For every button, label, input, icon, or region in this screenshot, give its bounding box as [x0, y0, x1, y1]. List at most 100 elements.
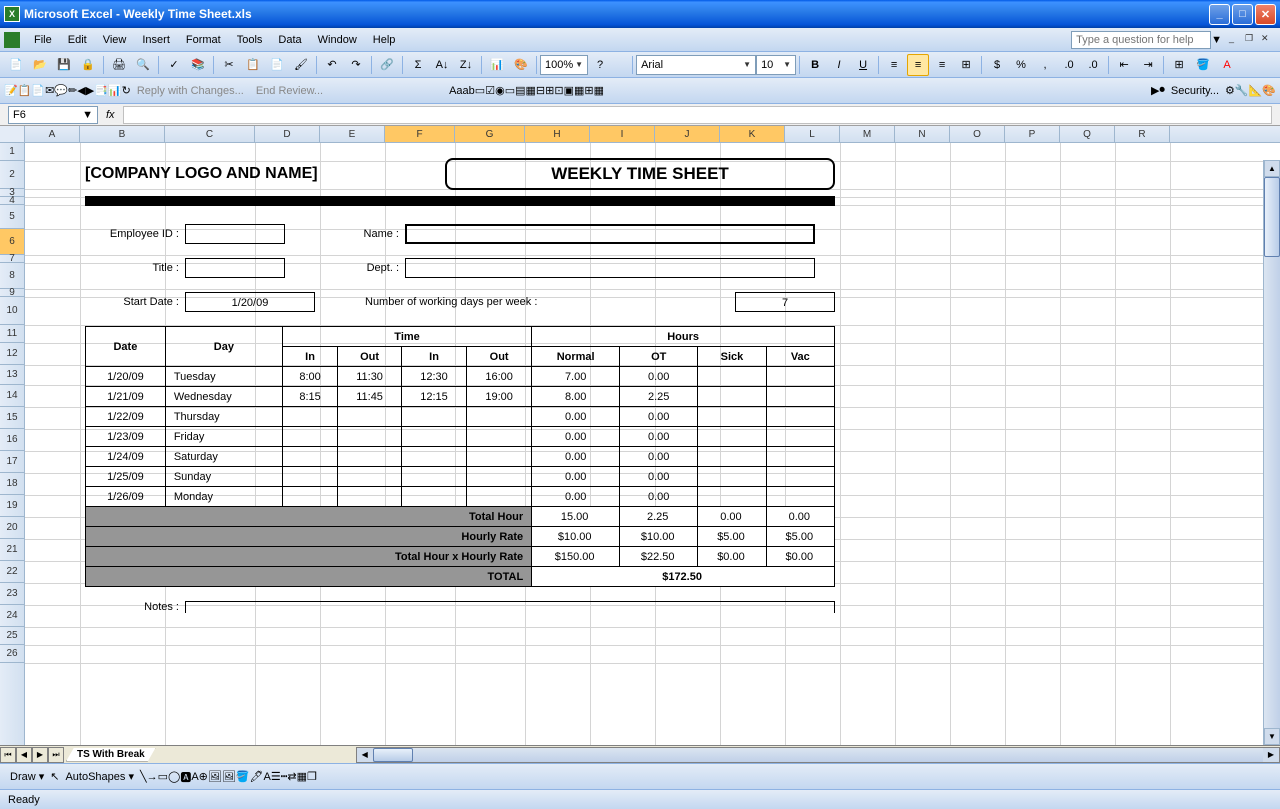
cut-button[interactable]: ✂ — [218, 54, 240, 76]
row-header-10[interactable]: 10 — [0, 297, 24, 325]
cell-in1-0[interactable]: 8:00 — [282, 367, 337, 387]
comma-button[interactable]: , — [1034, 54, 1056, 76]
cell-sick-3[interactable] — [698, 427, 766, 447]
tab-last-button[interactable]: ⏭ — [48, 747, 64, 763]
scroll-down-button[interactable]: ▼ — [1264, 728, 1280, 745]
cell-vac-1[interactable] — [766, 387, 834, 407]
forms-btn-10[interactable]: ⊞ — [545, 84, 554, 97]
review-btn-1[interactable]: 📝 — [4, 84, 18, 97]
italic-button[interactable]: I — [828, 54, 850, 76]
arrow-button[interactable]: → — [147, 771, 158, 783]
col-header-L[interactable]: L — [785, 126, 840, 142]
row-header-4[interactable]: 4 — [0, 197, 24, 205]
row-header-17[interactable]: 17 — [0, 451, 24, 473]
cell-in2-5[interactable] — [401, 467, 466, 487]
help-search-input[interactable] — [1071, 31, 1211, 49]
merge-button[interactable]: ⊞ — [955, 54, 977, 76]
row-header-7[interactable]: 7 — [0, 255, 24, 263]
end-review-button[interactable]: End Review... — [250, 85, 329, 97]
row-header-11[interactable]: 11 — [0, 325, 24, 343]
col-header-M[interactable]: M — [840, 126, 895, 142]
col-header-J[interactable]: J — [655, 126, 720, 142]
drawing-button[interactable]: 🎨 — [510, 54, 532, 76]
reply-changes-button[interactable]: Reply with Changes... — [131, 85, 250, 97]
align-right-button[interactable]: ≡ — [931, 54, 953, 76]
currency-button[interactable]: $ — [986, 54, 1008, 76]
cell-vac-5[interactable] — [766, 467, 834, 487]
cell-vac-3[interactable] — [766, 427, 834, 447]
cell-in2-3[interactable] — [401, 427, 466, 447]
col-header-H[interactable]: H — [525, 126, 590, 142]
col-header-K[interactable]: K — [720, 126, 785, 142]
autosum-button[interactable]: Σ — [407, 54, 429, 76]
cell-ot-1[interactable]: 2.25 — [620, 387, 698, 407]
spelling-button[interactable]: ✓ — [163, 54, 185, 76]
cell-date-4[interactable]: 1/24/09 — [86, 447, 166, 467]
cell-in2-6[interactable] — [401, 487, 466, 507]
cell-date-6[interactable]: 1/26/09 — [86, 487, 166, 507]
sort-asc-button[interactable]: A↓ — [431, 54, 453, 76]
forms-btn-4[interactable]: ☑ — [485, 84, 495, 97]
cell-sick-4[interactable] — [698, 447, 766, 467]
name-box[interactable]: F6▼ — [8, 106, 98, 124]
cell-in1-6[interactable] — [282, 487, 337, 507]
menu-tools[interactable]: Tools — [229, 32, 271, 48]
format-painter-button[interactable]: 🖌 — [290, 54, 312, 76]
col-header-N[interactable]: N — [895, 126, 950, 142]
cell-out1-3[interactable] — [338, 427, 402, 447]
review-btn-10[interactable]: 📊 — [108, 84, 122, 97]
close-button[interactable]: ✕ — [1255, 4, 1276, 25]
product-normal[interactable]: $150.00 — [532, 547, 620, 567]
row-header-6[interactable]: 6 — [0, 229, 24, 255]
forms-btn-14[interactable]: ⊞ — [584, 84, 593, 97]
notes-input[interactable] — [185, 601, 835, 613]
cell-out2-6[interactable] — [467, 487, 532, 507]
cell-date-3[interactable]: 1/23/09 — [86, 427, 166, 447]
grand-total[interactable]: $172.50 — [532, 567, 835, 587]
line-color-button[interactable]: 🖊 — [250, 770, 264, 783]
cell-in2-1[interactable]: 12:15 — [401, 387, 466, 407]
review-btn-8[interactable]: ▶ — [86, 84, 94, 97]
font-combo[interactable]: Arial▼ — [636, 55, 756, 75]
increase-decimal-button[interactable]: .0 — [1058, 54, 1080, 76]
row-header-22[interactable]: 22 — [0, 561, 24, 583]
cell-in2-2[interactable] — [401, 407, 466, 427]
review-btn-2[interactable]: 📋 — [18, 84, 32, 97]
cell-day-2[interactable]: Thursday — [165, 407, 282, 427]
cell-day-3[interactable]: Friday — [165, 427, 282, 447]
cell-out1-2[interactable] — [338, 407, 402, 427]
app-icon[interactable] — [4, 32, 20, 48]
font-color-button[interactable]: A — [1216, 54, 1238, 76]
forms-btn-1[interactable]: Aa — [449, 85, 462, 97]
menu-view[interactable]: View — [95, 32, 135, 48]
autoshapes-menu[interactable]: AutoShapes ▾ — [59, 770, 140, 783]
cell-normal-0[interactable]: 7.00 — [532, 367, 620, 387]
cell-out2-2[interactable] — [467, 407, 532, 427]
increase-indent-button[interactable]: ⇥ — [1137, 54, 1159, 76]
cell-ot-5[interactable]: 0.00 — [620, 467, 698, 487]
row-header-21[interactable]: 21 — [0, 539, 24, 561]
menu-format[interactable]: Format — [178, 32, 229, 48]
cell-date-0[interactable]: 1/20/09 — [86, 367, 166, 387]
formula-bar[interactable] — [123, 106, 1272, 124]
row-header-12[interactable]: 12 — [0, 343, 24, 365]
bold-button[interactable]: B — [804, 54, 826, 76]
cell-out1-6[interactable] — [338, 487, 402, 507]
tools-btn-3[interactable]: 🎨 — [1262, 84, 1276, 97]
doc-restore-button[interactable]: ❐ — [1245, 33, 1259, 47]
minimize-button[interactable]: _ — [1209, 4, 1230, 25]
tools-btn-1[interactable]: 🔧 — [1235, 84, 1249, 97]
col-header-R[interactable]: R — [1115, 126, 1170, 142]
cell-sick-5[interactable] — [698, 467, 766, 487]
fx-icon[interactable]: fx — [106, 109, 115, 121]
row-header-14[interactable]: 14 — [0, 385, 24, 407]
diagram-button[interactable]: ⊕ — [199, 770, 208, 783]
decrease-indent-button[interactable]: ⇤ — [1113, 54, 1135, 76]
save-button[interactable]: 💾 — [53, 54, 75, 76]
forms-btn-2[interactable]: ab — [463, 85, 475, 97]
cell-in1-4[interactable] — [282, 447, 337, 467]
maximize-button[interactable]: □ — [1232, 4, 1253, 25]
menu-data[interactable]: Data — [270, 32, 309, 48]
cell-sick-1[interactable] — [698, 387, 766, 407]
cell-day-0[interactable]: Tuesday — [165, 367, 282, 387]
